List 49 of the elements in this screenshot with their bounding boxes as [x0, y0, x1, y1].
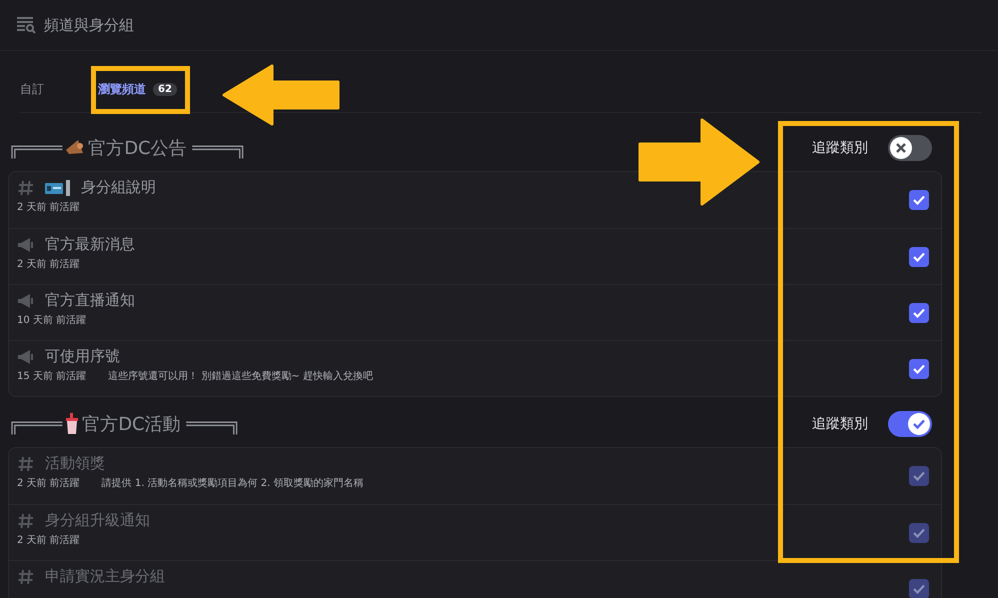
channel-checkbox[interactable] [909, 523, 929, 543]
channel-checkbox[interactable] [909, 247, 929, 267]
follow-toggle[interactable] [888, 411, 932, 437]
check-icon [913, 364, 925, 374]
follow-label: 追蹤類別 [812, 139, 868, 157]
hash-icon [17, 512, 35, 530]
hash-icon [17, 568, 35, 586]
close-icon [895, 142, 907, 154]
check-icon [913, 308, 925, 318]
channel-activity: 2 天前 前活躍 [17, 201, 80, 214]
channel-name: 身分組升級通知 [45, 511, 150, 530]
tab[interactable]: 自訂 [20, 81, 44, 98]
category-name: ╔════ 官方DC公告 ════╗ [8, 136, 247, 160]
check-icon [913, 252, 925, 262]
channel-activity: 2 天前 前活躍 [17, 534, 80, 547]
channel-name: 可使用序號 [45, 347, 120, 366]
cup-icon [64, 413, 80, 435]
follow-label: 追蹤類別 [812, 415, 868, 433]
channel-topic: 這些序號還可以用！ 別錯過這些免費獎勵~ 趕快輸入兌換吧 [108, 370, 373, 383]
megaphone-icon [17, 236, 35, 254]
channel-activity: 2 天前 前活躍 [17, 477, 80, 490]
hash-icon [17, 454, 35, 472]
channel-activity: 10 天前 前活躍 [17, 314, 86, 327]
channel-checkbox[interactable] [909, 303, 929, 323]
header-title: 頻道與身分組 [44, 16, 134, 34]
category-name: ╔════ 官方DC活動 ════╗ [8, 412, 241, 436]
channel-checkbox[interactable] [909, 359, 929, 379]
megaphone-icon [17, 348, 35, 366]
channel-name: 申請實況主身分組 [45, 567, 165, 586]
megaphone-icon [17, 292, 35, 310]
channel-activity: 15 天前 前活躍 [17, 370, 86, 383]
check-icon [913, 195, 925, 205]
tab[interactable]: 瀏覽頻道 62 [98, 81, 177, 98]
hash-icon [17, 178, 35, 196]
follow-toggle[interactable] [888, 135, 932, 161]
channel-activity: 2 天前 前活躍 [17, 258, 80, 271]
channel-checkbox[interactable] [909, 579, 929, 598]
channel-name: 官方直播通知 [45, 291, 135, 310]
channel-checkbox[interactable] [909, 190, 929, 210]
channel-browse-icon [16, 16, 36, 34]
channel-name: 身分組說明 [81, 178, 156, 197]
channel-name: 活動領獎 [45, 454, 105, 473]
check-icon [913, 584, 925, 594]
channel-topic: 請提供 1. 活動名稱或獎勵項目為何 2. 領取獎勵的家門名稱 [102, 476, 364, 490]
count-badge: 62 [153, 83, 177, 96]
channel-checkbox[interactable] [909, 466, 929, 486]
channel-name: 官方最新消息 [45, 235, 135, 254]
check-icon [913, 471, 925, 481]
check-icon [913, 528, 925, 538]
